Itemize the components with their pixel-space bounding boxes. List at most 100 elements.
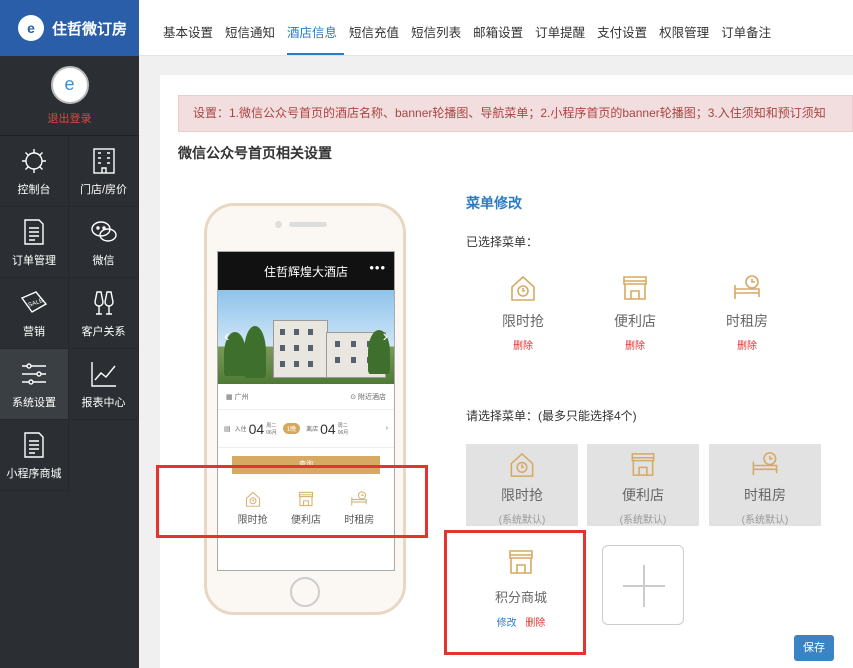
sidebar-item-label: 控制台 (17, 183, 51, 196)
top-tabs: 基本设置 短信通知 酒店信息 短信充值 短信列表 邮箱设置 订单提醒 支付设置 … (139, 0, 853, 56)
selected-menu-name: 时租房 (726, 313, 768, 329)
menu-option[interactable]: 限时抢 (系统默认) (466, 444, 578, 526)
sidebar-item-wechat[interactable]: 微信 (69, 207, 139, 278)
sidebar: e 住哲微订房 e 退出登录 控制台 门店/房价 订单管理 微信 SALE 营销… (0, 0, 139, 668)
menu-option[interactable]: 时租房 (系统默认) (709, 444, 821, 526)
sidebar-item-orders[interactable]: 订单管理 (0, 207, 69, 278)
tab-sms-recharge[interactable]: 短信充值 (349, 22, 406, 55)
user-box: e 退出登录 (0, 56, 139, 136)
sidebar-item-reports[interactable]: 报表中心 (69, 349, 139, 420)
home-button (290, 577, 320, 607)
tab-order-reminder[interactable]: 订单提醒 (535, 22, 592, 55)
phone-preview: 住哲辉煌大酒店 ••• ‹ › ▦ 广州 ⊙ 附近酒店 ▤ 入住 04 周二 0… (204, 203, 406, 615)
delete-link[interactable]: 删除 (625, 337, 645, 352)
checkout-week: 周二 (337, 422, 348, 429)
selected-menu-item: 限时抢 删除 (488, 273, 558, 352)
checkout-meta: 周二 06月 (338, 422, 349, 436)
flash-sale-icon (510, 452, 534, 477)
nights-badge: 1晚 (282, 423, 301, 434)
preview-hotel-name: 住哲辉煌大酒店 (263, 264, 348, 279)
line-chart-icon (90, 361, 116, 387)
city-icon: ▦ (226, 393, 235, 401)
preview-city: 广州 (234, 393, 249, 401)
avatar[interactable]: e (50, 65, 89, 104)
checkout-label-group: 离店 (306, 424, 318, 433)
more-icon: ••• (369, 260, 386, 275)
sidebar-item-settings[interactable]: 系统设置 (0, 349, 69, 420)
sidebar-item-marketing[interactable]: SALE 营销 (0, 278, 69, 349)
save-button[interactable]: 保存 (794, 635, 834, 661)
speaker-icon (289, 222, 327, 227)
brand-name: 住哲微订房 (52, 20, 128, 38)
tab-payment[interactable]: 支付设置 (597, 22, 654, 55)
selected-menu-name: 限时抢 (502, 313, 544, 329)
tab-email[interactable]: 邮箱设置 (473, 22, 530, 55)
sidebar-item-label: 报表中心 (81, 396, 126, 409)
checkin-label: 入住 (234, 427, 247, 433)
location-icon: ⊙ (350, 393, 358, 401)
delete-link[interactable]: 删除 (513, 337, 533, 352)
tab-order-notes[interactable]: 订单备注 (721, 22, 778, 55)
store-icon (623, 276, 647, 300)
hourly-room-icon (734, 275, 760, 299)
checkout-label: 离店 (306, 427, 319, 433)
sidebar-item-label: 客户关系 (81, 325, 126, 338)
store-icon (631, 453, 655, 476)
highlight-box-custom-menu (444, 530, 586, 655)
chevron-right-icon: › (385, 425, 388, 432)
selected-menu-item: 便利店 删除 (600, 273, 670, 352)
checkin-month: 06月 (266, 429, 277, 436)
menu-option[interactable]: 便利店 (系统默认) (587, 444, 699, 526)
sidebar-item-mini-mall[interactable]: 小程序商城 (0, 420, 69, 491)
hourly-room-icon (752, 452, 778, 476)
checkin-label-group: 入住 (235, 424, 247, 433)
tab-hotel-info[interactable]: 酒店信息 (287, 22, 345, 55)
next-arrow-icon[interactable]: › (383, 328, 388, 346)
selected-menu-label: 已选择菜单： (466, 235, 539, 249)
date-row[interactable]: ▤ 入住 04 周二 06月 1晚 离店 04 周二 06月 › (218, 410, 394, 448)
menu-option-name: 便利店 (622, 487, 664, 503)
sidebar-item-dashboard[interactable]: 控制台 (0, 136, 69, 207)
checkout-day: 04 (320, 420, 336, 437)
checkout-month: 06月 (337, 429, 349, 436)
menu-option-note: (系统默认) (741, 515, 789, 526)
preview-header: 住哲辉煌大酒店 ••• (218, 252, 394, 290)
building-icon (92, 147, 115, 174)
sidebar-item-label: 小程序商城 (6, 467, 62, 480)
sliders-icon (22, 362, 46, 385)
dashboard-icon (22, 148, 46, 173)
tab-sms-notice[interactable]: 短信通知 (225, 22, 282, 55)
sale-tag-icon: SALE (20, 290, 48, 313)
city-row[interactable]: ▦ 广州 ⊙ 附近酒店 (218, 384, 394, 410)
sidebar-item-label: 门店/房价 (79, 183, 128, 196)
preview-nearby: 附近酒店 (358, 393, 386, 401)
tab-sms-list[interactable]: 短信列表 (411, 22, 468, 55)
menu-option-name: 时租房 (744, 487, 786, 503)
flash-sale-icon (511, 275, 535, 301)
preview-banner: ‹ › (218, 290, 394, 384)
calendar-icon: ▤ (224, 425, 231, 433)
camera-icon (275, 221, 282, 228)
tab-permissions[interactable]: 权限管理 (659, 22, 716, 55)
delete-link[interactable]: 删除 (737, 337, 757, 352)
selected-menu-name: 便利店 (614, 313, 656, 329)
tab-basic[interactable]: 基本设置 (163, 22, 220, 55)
highlight-box-preview-menu (156, 465, 428, 538)
sidebar-item-stores[interactable]: 门店/房价 (69, 136, 139, 207)
selected-menu-item: 时租房 删除 (712, 273, 782, 352)
sidebar-nav: 控制台 门店/房价 订单管理 微信 SALE 营销 客户关系 系统设置 报表中心 (0, 136, 139, 491)
menu-option-note: (系统默认) (498, 515, 546, 526)
logout-link[interactable]: 退出登录 (48, 110, 92, 126)
add-menu-button[interactable] (602, 545, 684, 625)
sidebar-item-crm[interactable]: 客户关系 (69, 278, 139, 349)
brand-logo-icon: e (18, 15, 44, 41)
sidebar-item-label: 微信 (92, 254, 115, 267)
checkin-meta: 周二 06月 (266, 422, 277, 436)
info-alert: 设置：1.微信公众号首页的酒店名称、banner轮播图、导航菜单；2.小程序首页… (178, 95, 853, 132)
prev-arrow-icon[interactable]: ‹ (224, 328, 229, 346)
sidebar-item-label: 系统设置 (12, 396, 56, 409)
checkin-week: 周二 (266, 422, 277, 429)
menu-edit-title: 菜单修改 (466, 195, 522, 211)
brand-bar[interactable]: e 住哲微订房 (0, 0, 139, 56)
building-shape (273, 320, 328, 378)
